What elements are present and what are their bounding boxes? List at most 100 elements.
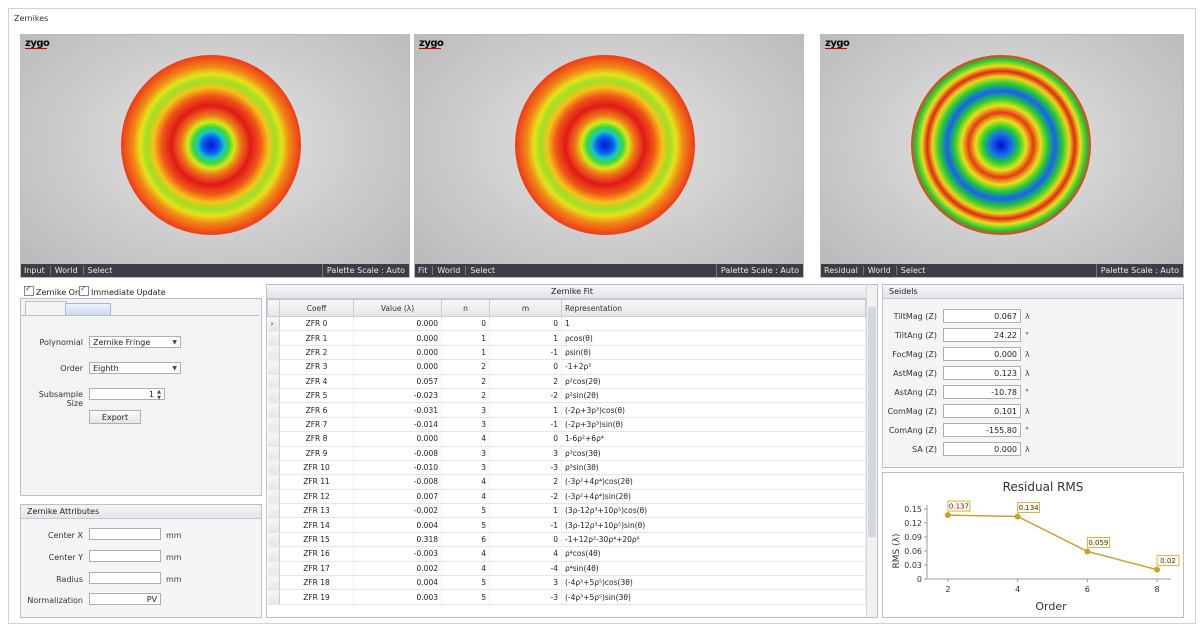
- world-button[interactable]: World: [862, 266, 891, 275]
- row-selector[interactable]: [267, 417, 280, 433]
- world-button[interactable]: World: [49, 266, 78, 275]
- seidels-panel: Seidels TiltMag (Z) 0.067 λ TiltAng (Z) 24.2…: [882, 284, 1184, 468]
- table-row[interactable]: ZFR 11 -0.008 4 2 (-3ρ²+4ρ⁴)cos(2θ): [267, 474, 866, 490]
- mm-unit: mm: [166, 531, 182, 540]
- coeff-column-header[interactable]: Coeff: [279, 299, 354, 317]
- row-selector[interactable]: [267, 474, 280, 490]
- table-row[interactable]: ZFR 4 0.057 2 2 ρ²cos(2θ): [267, 374, 866, 389]
- row-selector[interactable]: [267, 374, 280, 389]
- chart-title: Residual RMS: [1003, 480, 1084, 494]
- table-row[interactable]: ZFR 9 -0.008 3 3 ρ³cos(3θ): [267, 446, 866, 461]
- order-select[interactable]: Eighth ▼: [89, 362, 181, 374]
- coeff-cell: ZFR 9: [279, 446, 354, 461]
- select-button[interactable]: Select: [82, 266, 113, 275]
- scrollbar-thumb[interactable]: [868, 307, 876, 537]
- table-row[interactable]: ZFR 7 -0.014 3 -1 (-2ρ+3ρ³)sin(θ): [267, 417, 866, 433]
- x-tick-label: 4: [1015, 585, 1020, 594]
- input-viewer[interactable]: zygo Input World Select Palette Scale : Au…: [20, 34, 410, 278]
- table-row[interactable]: ZFR 10 -0.010 3 -3 ρ³sin(3θ): [267, 460, 866, 476]
- row-selector[interactable]: [267, 345, 280, 361]
- palette-scale-button[interactable]: Palette Scale : Auto: [321, 264, 405, 277]
- table-row[interactable]: ZFR 16 -0.003 4 4 ρ⁴cos(4θ): [267, 546, 866, 562]
- row-selector[interactable]: [267, 330, 280, 346]
- row-selector[interactable]: [267, 517, 280, 533]
- fit-viewer[interactable]: zygo Fit World Select Palette Scale : Auto: [414, 34, 804, 278]
- table-row[interactable]: ZFR 1 0.000 1 1 ρcos(θ): [267, 330, 866, 346]
- table-row[interactable]: ZFR 3 0.000 2 0 -1+2ρ²: [267, 359, 866, 375]
- mode-label[interactable]: Fit: [418, 266, 427, 275]
- seidel-unit: λ: [1025, 350, 1030, 359]
- mode-label[interactable]: Input: [24, 266, 45, 275]
- representation-cell: (3ρ-12ρ³+10ρ⁵)sin(θ): [561, 517, 866, 533]
- center-y-label: Center Y: [48, 553, 83, 562]
- residual-viewer[interactable]: zygo Residual World Select Palette Scale :…: [820, 34, 1184, 278]
- seidel-row: TiltAng (Z) 24.22 °: [883, 328, 1183, 344]
- coeff-cell: ZFR 11: [279, 474, 354, 490]
- row-selector[interactable]: [267, 561, 280, 577]
- normalization-input[interactable]: PV: [89, 593, 161, 605]
- n-cell: 2: [441, 374, 490, 389]
- row-selector[interactable]: [267, 546, 280, 562]
- table-row[interactable]: ZFR 13 -0.002 5 1 (3ρ-12ρ³+10ρ⁵)cos(θ): [267, 503, 866, 519]
- select-button[interactable]: Select: [465, 266, 496, 275]
- zernike-on-checkbox[interactable]: Zernike On: [24, 284, 80, 297]
- center-y-input[interactable]: [89, 550, 161, 562]
- row-selector[interactable]: [267, 460, 280, 476]
- table-row[interactable]: ZFR 6 -0.031 3 1 (-2ρ+3ρ³)cos(θ): [267, 402, 866, 418]
- table-row[interactable]: ZFR 15 0.318 6 0 -1+12ρ²-30ρ⁴+20ρ⁶: [267, 532, 866, 548]
- palette-scale-button[interactable]: Palette Scale : Auto: [1095, 264, 1179, 277]
- palette-scale-button[interactable]: Palette Scale : Auto: [715, 264, 799, 277]
- stepper-arrows-icon[interactable]: ▲ ▼: [157, 389, 161, 401]
- check-icon: [79, 284, 89, 296]
- radius-input[interactable]: [89, 572, 161, 584]
- seidel-unit: λ: [1025, 369, 1030, 378]
- row-selector[interactable]: ›: [267, 316, 280, 332]
- value-column-header[interactable]: Value (λ): [353, 299, 442, 317]
- polynomial-select[interactable]: Zernike Fringe ▼: [89, 336, 181, 348]
- representation-column-header[interactable]: Representation: [561, 299, 866, 317]
- row-selector[interactable]: [267, 532, 280, 548]
- window-title: Zernikes: [14, 14, 49, 23]
- mode-label[interactable]: Residual: [824, 266, 858, 275]
- table-row[interactable]: ZFR 2 0.000 1 -1 ρsin(θ): [267, 345, 866, 361]
- m-column-header[interactable]: m: [489, 299, 562, 317]
- world-button[interactable]: World: [432, 266, 461, 275]
- center-x-input[interactable]: [89, 528, 161, 540]
- row-selector[interactable]: [267, 575, 280, 591]
- export-button[interactable]: Export: [89, 410, 141, 424]
- table-row[interactable]: ZFR 14 0.004 5 -1 (3ρ-12ρ³+10ρ⁵)sin(θ): [267, 517, 866, 533]
- row-selector[interactable]: [267, 503, 280, 519]
- table-row[interactable]: ZFR 17 0.002 4 -4 ρ⁴sin(4θ): [267, 561, 866, 577]
- table-row[interactable]: ZFR 19 0.003 5 -3 (-4ρ³+5ρ⁵)sin(3θ): [267, 589, 866, 605]
- tab-settings[interactable]: [25, 301, 67, 316]
- n-column-header[interactable]: n: [441, 299, 490, 317]
- seidel-value: 0.067: [943, 309, 1021, 323]
- select-button[interactable]: Select: [895, 266, 926, 275]
- immediate-update-checkbox[interactable]: Immediate Update: [79, 284, 166, 297]
- row-selector[interactable]: [267, 388, 280, 404]
- table-row[interactable]: ZFR 8 0.000 4 0 1-6ρ²+6ρ⁴: [267, 431, 866, 447]
- value-cell: 0.000: [353, 316, 442, 332]
- fit-table-scrollbar[interactable]: [866, 285, 877, 617]
- m-cell: 1: [489, 330, 562, 346]
- n-cell: 5: [441, 503, 490, 519]
- row-selector[interactable]: [267, 431, 280, 447]
- coeff-cell: ZFR 3: [279, 359, 354, 375]
- residual-surface-map: [911, 55, 1091, 235]
- row-selector[interactable]: [267, 589, 280, 605]
- table-row[interactable]: › ZFR 0 0.000 0 0 1: [267, 316, 866, 332]
- representation-cell: ρcos(θ): [561, 330, 866, 346]
- row-selector[interactable]: [267, 402, 280, 418]
- table-row[interactable]: ZFR 18 0.004 5 3 (-4ρ³+5ρ⁵)cos(3θ): [267, 575, 866, 591]
- series-line: [947, 514, 1158, 571]
- subsample-stepper[interactable]: 1 ▲ ▼: [89, 388, 165, 401]
- n-cell: 6: [441, 532, 490, 548]
- table-row[interactable]: ZFR 5 -0.023 2 -2 ρ²sin(2θ): [267, 388, 866, 404]
- row-selector[interactable]: [267, 446, 280, 461]
- row-selector[interactable]: [267, 489, 280, 505]
- coeff-cell: ZFR 12: [279, 489, 354, 505]
- row-selector[interactable]: [267, 359, 280, 375]
- seidel-label: SA (Z): [912, 445, 937, 454]
- table-row[interactable]: ZFR 12 0.007 4 -2 (-3ρ²+4ρ⁴)sin(2θ): [267, 489, 866, 505]
- representation-cell: (-4ρ³+5ρ⁵)cos(3θ): [561, 575, 866, 591]
